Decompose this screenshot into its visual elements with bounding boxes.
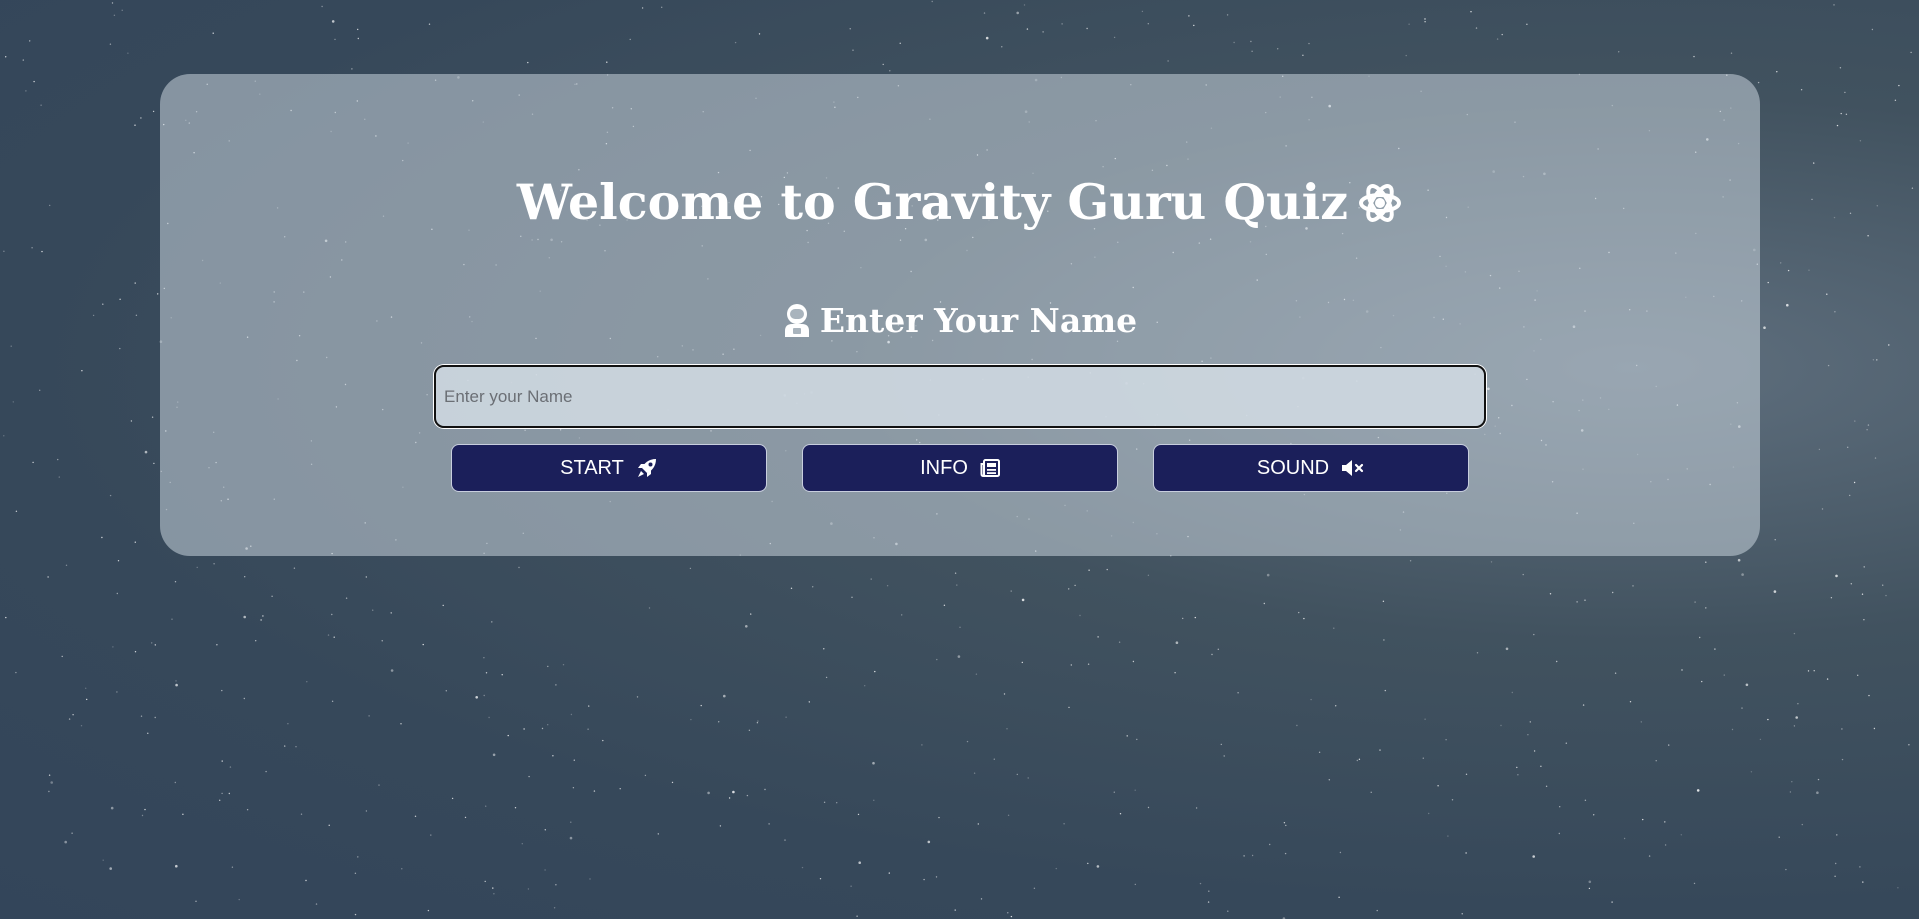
sound-button[interactable]: SOUND <box>1153 444 1469 492</box>
page-title-text: Welcome to Gravity Guru Quiz <box>516 173 1349 231</box>
start-button-label: START <box>560 456 624 479</box>
info-button[interactable]: INFO <box>802 444 1118 492</box>
sound-button-label: SOUND <box>1256 456 1330 479</box>
name-heading: Enter Your Name <box>0 295 1919 352</box>
info-button-label: INFO <box>920 456 968 479</box>
volume-mute-icon <box>1341 458 1365 478</box>
astronaut-icon <box>782 300 812 352</box>
name-input[interactable] <box>434 365 1486 428</box>
start-button[interactable]: START <box>451 444 767 492</box>
atom-icon <box>1358 174 1402 242</box>
name-heading-text: Enter Your Name <box>819 301 1138 340</box>
newspaper-icon <box>980 459 1000 477</box>
rocket-icon <box>636 457 658 479</box>
page-title: Welcome to Gravity Guru Quiz <box>0 168 1919 242</box>
